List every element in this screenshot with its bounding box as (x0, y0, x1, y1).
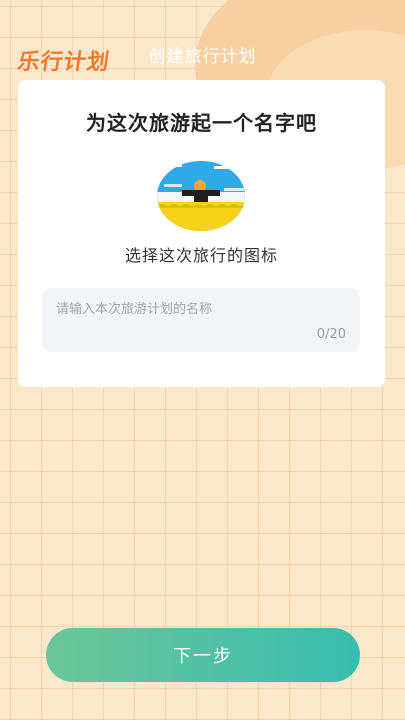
choose-icon-label: 选择这次旅行的图标 (124, 246, 278, 265)
page-title: 创建旅行计划 (148, 47, 257, 67)
card-title: 为这次旅游起一个名字吧 (86, 111, 317, 135)
trip-name-input[interactable] (56, 296, 346, 322)
trip-name-field[interactable]: 0/20 (42, 288, 360, 352)
create-plan-page: 乐行计划 创建旅行计划 为这次旅游起一个名字吧 选择这次旅行的图标 请输入本次旅… (0, 0, 405, 720)
plan-name-card: 为这次旅游起一个名字吧 选择这次旅行的图标 请输入本次旅游计划的名称 0/20 (18, 80, 385, 387)
next-step-button[interactable]: 下一步 (46, 628, 360, 682)
character-counter: 0/20 (316, 327, 346, 342)
beach-sunset-icon[interactable] (156, 160, 246, 232)
